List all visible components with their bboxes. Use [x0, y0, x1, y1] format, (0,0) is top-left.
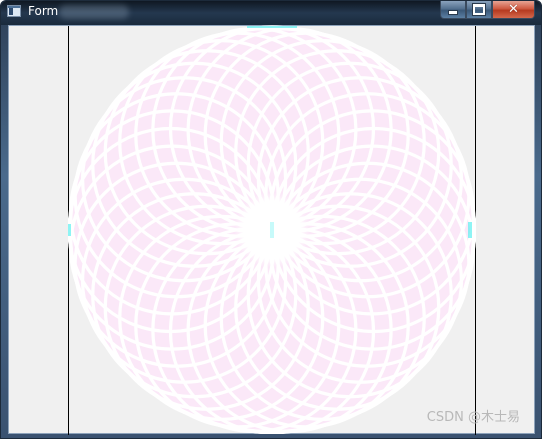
spirograph-drawing [68, 25, 476, 434]
watermark-text: CSDN @木士易 [426, 410, 520, 425]
app-window-icon[interactable] [7, 5, 21, 17]
close-icon: ✕ [508, 2, 519, 17]
title-bar[interactable]: Form ✕ [1, 1, 541, 25]
drawing-canvas [68, 25, 476, 435]
title-glow-decoration [59, 5, 129, 19]
caption-buttons: ✕ [440, 1, 535, 19]
maximize-button[interactable] [466, 1, 492, 19]
left-accent-mark [68, 224, 71, 236]
center-accent-mark [270, 222, 274, 238]
top-accent-mark [247, 26, 297, 28]
close-button[interactable]: ✕ [492, 1, 535, 19]
form-client-area: CSDN @木士易 [8, 25, 535, 435]
maximize-icon [473, 4, 485, 15]
app-window: Form ✕ CSDN @木士易 [0, 0, 542, 439]
minimize-icon [448, 10, 458, 15]
right-accent-mark [468, 222, 472, 238]
window-title: Form [28, 4, 59, 18]
minimize-button[interactable] [440, 1, 466, 19]
